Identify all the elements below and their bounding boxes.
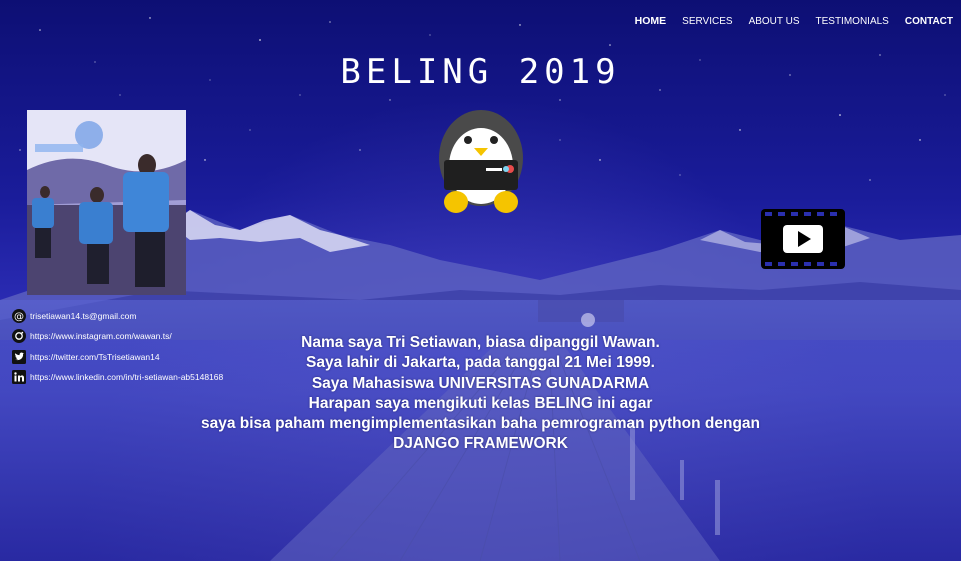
main-nav: HOME SERVICES ABOUT US TESTIMONIALS CONT… <box>627 0 961 42</box>
bio-line: Nama saya Tri Setiawan, biasa dipanggil … <box>301 334 660 351</box>
contact-email-text[interactable]: trisetiawan14.ts@gmail.com <box>30 311 136 321</box>
bio-line: Harapan saya mengikuti kelas BELING ini … <box>308 394 653 412</box>
page-title: BELING 2019 <box>340 52 621 92</box>
nav-services[interactable]: SERVICES <box>682 16 732 27</box>
penguin-laptop-logo <box>439 110 523 213</box>
nav-about-us[interactable]: ABOUT US <box>749 16 800 27</box>
bio-line: Saya Mahasiswa UNIVERSITAS GUNADARMA <box>311 374 650 392</box>
bio-line: saya bisa paham mengimplementasikan baha… <box>200 415 760 433</box>
svg-text:@: @ <box>14 311 24 322</box>
profile-photo <box>27 110 186 295</box>
bio-line: Saya lahir di Jakarta, pada tanggal 21 M… <box>306 354 655 372</box>
nav-contact[interactable]: CONTACT <box>905 16 953 27</box>
video-play-icon[interactable] <box>761 209 845 269</box>
nav-testimonials[interactable]: TESTIMONIALS <box>816 16 889 27</box>
bio-line: DJANGO FRAMEWORK <box>393 435 568 453</box>
bio-text: Nama saya Tri Setiawan, biasa dipanggil … <box>0 333 961 455</box>
email-icon: @ <box>12 308 26 323</box>
nav-home[interactable]: HOME <box>635 15 667 27</box>
contact-email: @ trisetiawan14.ts@gmail.com <box>12 306 223 325</box>
